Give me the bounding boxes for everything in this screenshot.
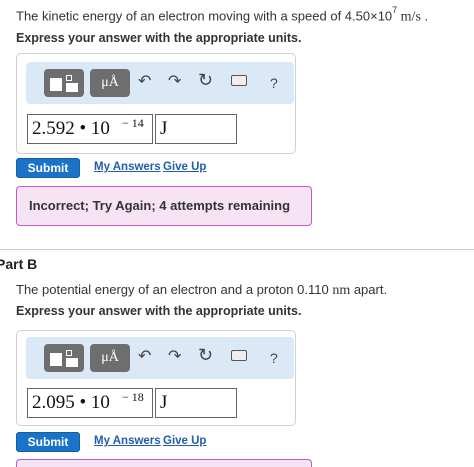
part-a-my-answers-link[interactable]: My Answers [94,161,161,173]
part-a-prompt-suffix: . [420,8,429,24]
undo-icon[interactable]: ↶ [138,347,151,367]
part-b-value-exponent: − 18 [122,390,144,404]
template-fraction-icon [66,358,78,367]
help-icon[interactable]: ? [270,73,278,93]
symbols-button[interactable]: μÅ [90,344,130,372]
part-a-value-mantissa: 2.592 • 10 [32,118,110,139]
part-a-give-up-link[interactable]: Give Up [163,161,206,173]
keyboard-icon[interactable] [231,350,247,361]
undo-icon[interactable]: ↶ [138,72,151,92]
reset-icon[interactable]: ↻ [198,345,213,365]
part-a-prompt-unit: m/s [397,9,421,25]
template-block-icon [50,78,62,91]
symbols-button[interactable]: μÅ [90,69,130,97]
template-small-box-icon [66,350,72,356]
part-b-give-up-link[interactable]: Give Up [163,435,206,447]
part-b-my-answers-link[interactable]: My Answers [94,435,161,447]
templates-button[interactable] [44,344,84,372]
template-block-icon [50,353,62,366]
section-divider [0,249,474,250]
part-b-feedback-banner-edge [16,459,312,467]
part-b-submit-button[interactable]: Submit [16,432,80,452]
keyboard-icon[interactable] [231,75,247,86]
part-b-prompt-suffix: apart. [350,282,388,297]
part-b-unit-input[interactable]: J [155,388,237,418]
part-b-prompt: The potential energy of an electron and … [16,282,387,299]
part-b-value-mantissa: 2.095 • 10 [32,392,110,413]
template-small-box-icon [66,75,72,81]
part-a-feedback-banner: Incorrect; Try Again; 4 attempts remaini… [16,186,312,226]
redo-icon[interactable]: ↷ [168,347,181,367]
part-a-value-input[interactable]: 2.592 • 10 − 14 [27,114,153,144]
redo-icon[interactable]: ↷ [168,72,181,92]
part-b-title: Part B [0,256,38,272]
part-b-instruction: Express your answer with the appropriate… [16,304,302,318]
part-a-unit-input[interactable]: J [155,114,237,144]
templates-button[interactable] [44,69,84,97]
reset-icon[interactable]: ↻ [198,70,213,90]
part-a-value-exponent: − 14 [122,116,144,130]
part-b-value-input[interactable]: 2.095 • 10 − 18 [27,388,153,418]
part-a-toolbar: μÅ ↶ ↷ ↻ ? [26,62,294,104]
part-b-prompt-text: The potential energy of an electron and … [16,282,333,297]
part-b-toolbar: μÅ ↶ ↷ ↻ ? [26,337,294,379]
part-a-prompt: The kinetic energy of an electron moving… [16,5,429,25]
part-a-prompt-exponent: 7 [392,5,398,15]
part-a-prompt-text: The kinetic energy of an electron moving… [16,8,393,24]
help-icon[interactable]: ? [270,348,278,368]
part-b-prompt-unit: nm [332,283,351,298]
part-a-submit-button[interactable]: Submit [16,158,80,178]
template-fraction-icon [66,83,78,92]
part-a-instruction: Express your answer with the appropriate… [16,31,302,45]
